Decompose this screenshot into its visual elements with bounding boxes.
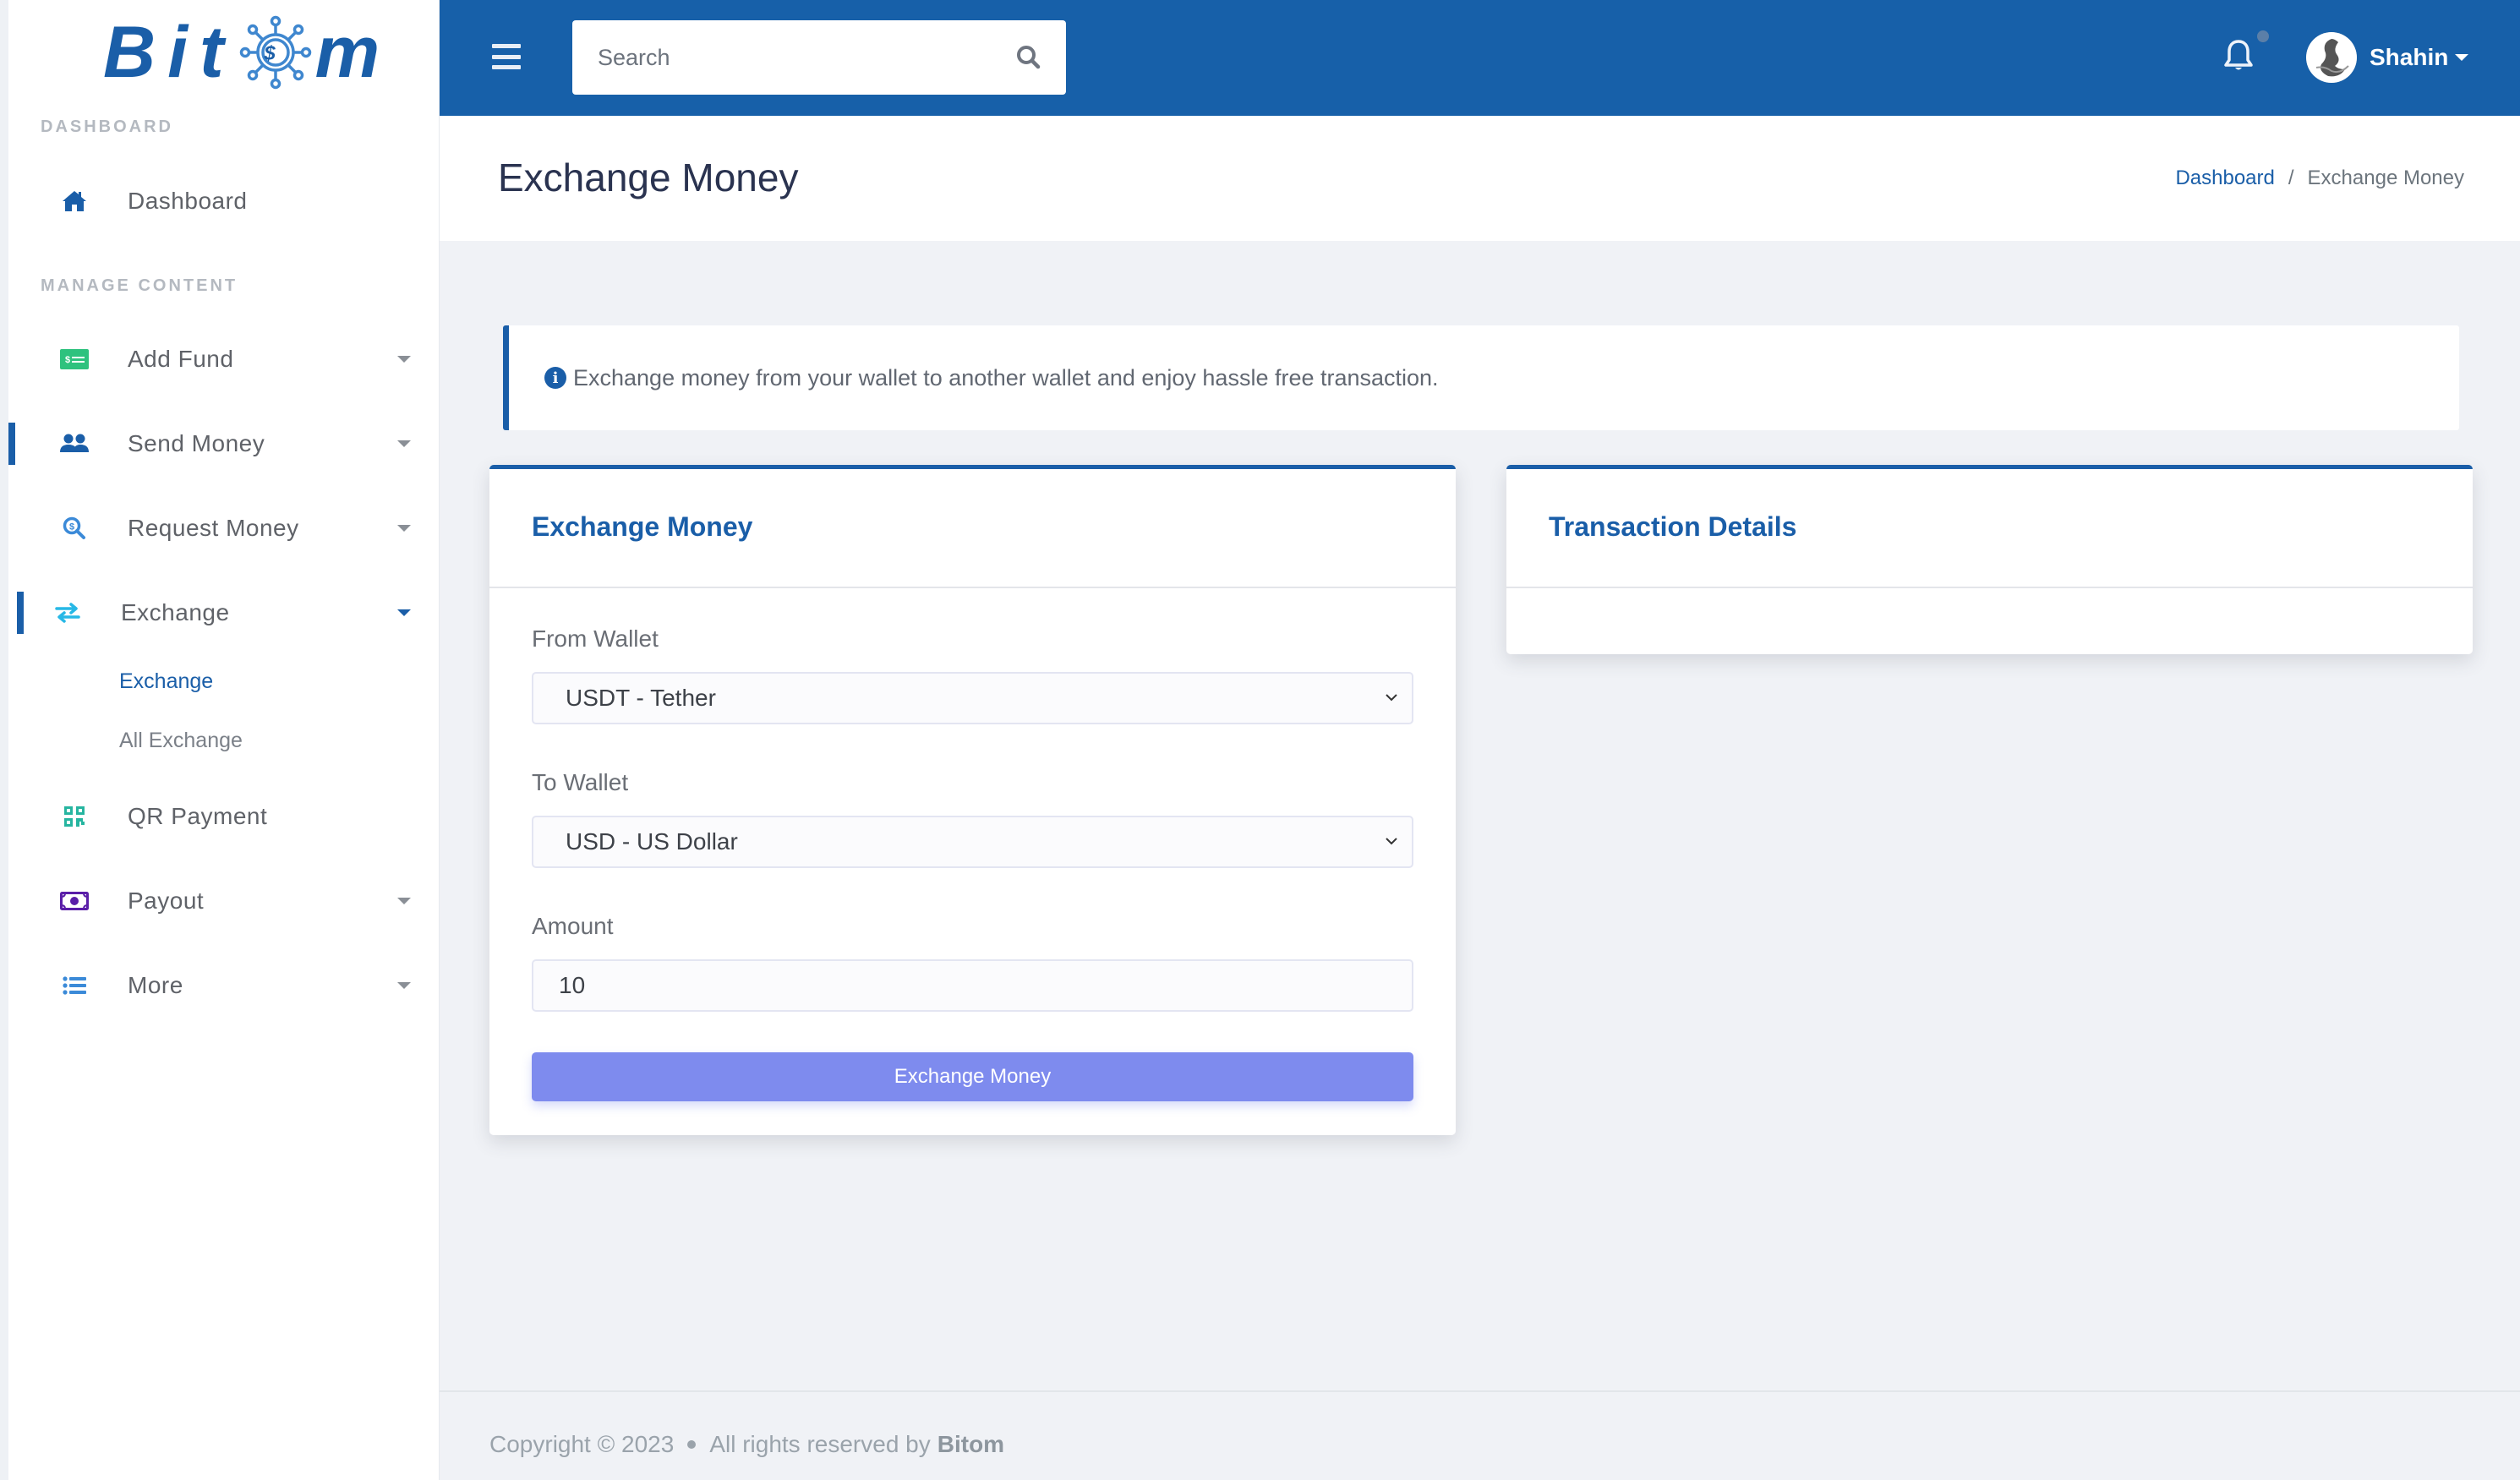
card-title: Transaction Details [1549,511,1797,542]
user-name: Shahin [2370,44,2449,70]
chevron-down-icon [1386,838,1397,845]
to-wallet-label: To Wallet [532,769,629,795]
sidebar-item-send-money[interactable]: Send Money [8,414,440,473]
bullet-separator [687,1440,697,1449]
notification-bell-icon[interactable] [2222,37,2255,74]
notification-badge [2257,30,2269,42]
breadcrumb-current: Exchange Money [2307,167,2464,189]
chevron-down-icon [397,898,411,904]
chevron-down-icon [397,440,411,447]
page-title: Exchange Money [498,156,799,199]
info-alert: i Exchange money from your wallet to ano… [503,325,2459,430]
section-label-manage-content: Manage Content [41,276,238,295]
exchange-arrows-icon [52,600,83,625]
chevron-down-icon [1386,694,1397,702]
alert-text: Exchange money from your wallet to anoth… [573,364,1439,390]
home-icon [59,188,90,214]
to-wallet-selected: USD - US Dollar [566,828,738,855]
card-header: Exchange Money [489,469,1456,588]
search-dollar-icon: $ [59,516,90,541]
breadcrumb-separator: / [2288,167,2294,189]
money-check-icon: $ [59,347,90,372]
sidebar-item-request-money[interactable]: $ Request Money [8,499,440,558]
search-input[interactable] [572,20,995,95]
active-indicator [17,592,24,634]
sidebar-item-more[interactable]: More [8,956,440,1015]
footer-brand[interactable]: Bitom [937,1431,1004,1458]
section-label-dashboard: Dashboard [41,117,173,136]
from-wallet-select[interactable]: USDT - Tether [532,672,1413,724]
logo-text-start: Bit [103,11,236,93]
svg-text:$: $ [263,42,287,65]
amount-label: Amount [532,913,614,939]
chevron-down-icon [397,525,411,532]
sidebar-item-label: Send Money [128,430,265,456]
users-icon [59,431,90,456]
amount-input[interactable] [532,959,1413,1012]
transaction-details-card: Transaction Details [1506,465,2473,654]
list-icon [59,973,90,998]
hamburger-line [492,54,521,59]
rights-text: All rights reserved by [709,1431,931,1457]
from-wallet-label: From Wallet [532,625,659,652]
chevron-down-icon [397,356,411,363]
avatar [2306,32,2357,83]
copyright-text: Copyright © 2023 [489,1431,675,1457]
sidebar-item-label: Add Fund [128,346,234,372]
exchange-money-card: Exchange Money From Wallet USDT - Tether… [489,465,1456,1135]
breadcrumb: Dashboard / Exchange Money [2175,167,2464,190]
logo-text-end: m [314,11,392,93]
sidebar-item-label: Request Money [128,515,299,541]
footer: Copyright © 2023 All rights reserved by … [440,1390,2520,1480]
sidebar-item-add-fund[interactable]: $ Add Fund [8,330,440,389]
sidebar: Bit $ m Dashboard [0,0,440,1480]
info-circle-icon: i [544,367,566,389]
sidebar-item-qr-payment[interactable]: QR Payment [8,787,440,846]
card-header: Transaction Details [1506,469,2473,588]
sidebar-item-label: Exchange [121,599,230,625]
exchange-money-button[interactable]: Exchange Money [532,1052,1413,1101]
hamburger-line [492,65,521,69]
sidebar-subitem-all-exchange[interactable]: All Exchange [119,729,243,753]
top-navbar: Shahin [440,0,2520,116]
menu-toggle-button[interactable] [492,44,521,69]
sidebar-item-exchange[interactable]: Exchange [8,583,440,642]
search-form [572,20,1066,95]
sidebar-item-label: More [128,972,183,998]
sidebar-item-dashboard[interactable]: Dashboard [8,172,440,231]
svg-text:$: $ [65,355,70,365]
sidebar-subitem-exchange[interactable]: Exchange [119,669,213,694]
chevron-down-icon [397,609,411,616]
hamburger-line [492,44,521,48]
to-wallet-select[interactable]: USD - US Dollar [532,816,1413,868]
chevron-down-icon [397,982,411,989]
sidebar-item-label: Payout [128,887,205,914]
chevron-down-icon [2455,54,2469,61]
svg-text:$: $ [69,522,74,532]
card-title: Exchange Money [532,511,753,542]
sidebar-item-label: QR Payment [128,803,268,829]
coin-network-icon: $ [239,15,311,90]
sidebar-item-label: Dashboard [128,188,248,214]
breadcrumb-link-dashboard[interactable]: Dashboard [2175,167,2274,190]
user-menu[interactable]: Shahin [2306,32,2469,83]
hover-indicator [8,423,15,465]
qrcode-icon [59,804,90,829]
page-header: Exchange Money Dashboard / Exchange Mone… [440,116,2520,241]
money-bill-icon [59,888,90,914]
search-icon[interactable] [1015,44,1042,71]
sidebar-item-payout[interactable]: Payout [8,871,440,931]
from-wallet-selected: USDT - Tether [566,685,716,711]
brand-logo[interactable]: Bit $ m [103,11,380,93]
